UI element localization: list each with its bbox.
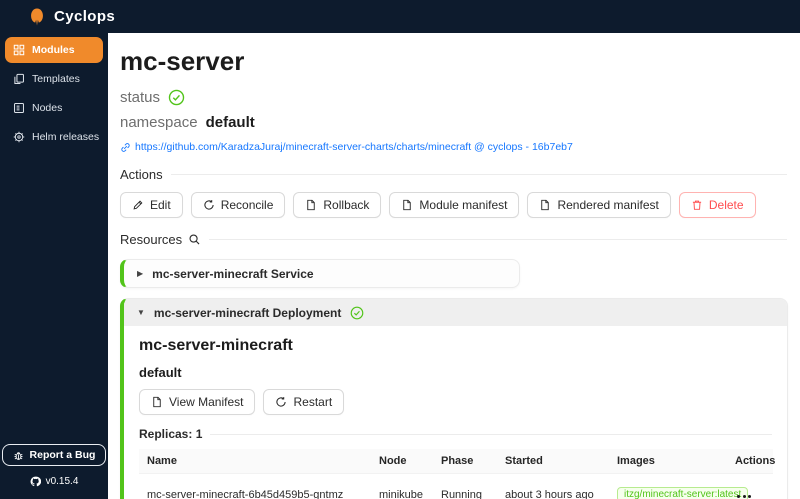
rollback-button[interactable]: Rollback [293, 192, 382, 218]
appstore-icon [13, 44, 25, 56]
logo-text: Cyclops [54, 8, 116, 25]
sidebar-item-templates[interactable]: Templates [5, 66, 103, 92]
deployment-name: mc-server-minecraft [139, 337, 293, 354]
deployment-namespace: default [139, 365, 182, 380]
page-title: mc-server [120, 46, 245, 76]
pod-phase: Running [433, 473, 497, 499]
reconcile-button[interactable]: Reconcile [190, 192, 286, 218]
file-icon [401, 199, 413, 211]
col-actions: Actions [727, 449, 775, 474]
deployment-panel-title: mc-server-minecraft Deployment [153, 305, 342, 320]
pod-node: minikube [371, 473, 433, 499]
actions-divider [170, 174, 787, 175]
actions-section-label: Actions [120, 167, 163, 182]
bug-icon [13, 450, 24, 461]
namespace-value: default [205, 114, 255, 131]
view-manifest-button[interactable]: View Manifest [139, 389, 256, 415]
caret-down-icon: ▼ [137, 307, 145, 317]
file-icon [151, 396, 163, 408]
reload-icon [203, 199, 215, 211]
status-healthy-icon [168, 89, 185, 106]
replicas-label: Replicas: 1 [139, 427, 203, 441]
table-row: mc-server-minecraft-6b45d459b5-gntmz min… [139, 473, 773, 499]
col-phase: Phase [433, 449, 497, 474]
edit-icon [132, 199, 144, 211]
service-panel-header[interactable]: ▶ mc-server-minecraft Service [124, 260, 519, 287]
status-label: status [120, 89, 161, 106]
pod-name: mc-server-minecraft-6b45d459b5-gntmz [139, 473, 371, 499]
sidebar-item-nodes[interactable]: Nodes [5, 95, 103, 121]
restart-button[interactable]: Restart [263, 389, 345, 415]
col-name: Name [139, 449, 371, 474]
cyclops-app: Cyclops Modules Templates Nodes Helm rel… [0, 0, 800, 499]
sidebar-item-modules[interactable]: Modules [5, 37, 103, 63]
module-manifest-button[interactable]: Module manifest [389, 192, 520, 218]
trash-icon [691, 199, 703, 211]
service-panel-title: mc-server-minecraft Service [152, 266, 314, 281]
pods-table: Name Node Phase Started Images Actions m… [139, 449, 775, 499]
report-bug-label: Report a Bug [29, 449, 96, 461]
service-resource-panel: ▶ mc-server-minecraft Service [120, 259, 520, 288]
main-content: mc-server status namespace default https… [108, 33, 800, 499]
file-icon [305, 199, 317, 211]
reload-icon [275, 396, 287, 408]
repo-link-text: https://github.com/KaradzaJuraj/minecraf… [135, 141, 573, 153]
sidebar-item-helm-releases[interactable]: Helm releases ⚡ [5, 124, 120, 150]
pod-started: about 3 hours ago [497, 473, 609, 499]
file-icon [539, 199, 551, 211]
nodes-icon [13, 102, 25, 114]
sidebar-item-label: Templates [32, 73, 80, 85]
version-label: v0.15.4 [45, 476, 79, 487]
deployment-healthy-icon [350, 306, 364, 320]
deployment-resource-panel: ▼ mc-server-minecraft Deployment mc-serv… [120, 298, 788, 499]
templates-icon [13, 73, 25, 85]
search-icon[interactable] [188, 233, 201, 246]
caret-right-icon: ▶ [137, 268, 144, 278]
sidebar: Modules Templates Nodes Helm releases Re… [0, 33, 120, 499]
sidebar-item-label: Modules [32, 44, 75, 56]
cyclops-logo[interactable]: Cyclops [28, 6, 115, 28]
table-header-row: Name Node Phase Started Images Actions [139, 449, 775, 474]
github-icon [30, 476, 41, 487]
report-bug-button[interactable]: Report a Bug [1, 444, 107, 466]
link-icon [120, 142, 131, 153]
repo-link[interactable]: https://github.com/KaradzaJuraj/minecraf… [120, 141, 787, 153]
rendered-manifest-button[interactable]: Rendered manifest [527, 192, 671, 218]
namespace-label: namespace [120, 114, 198, 131]
helm-wheel-icon [13, 131, 25, 143]
col-node: Node [371, 449, 433, 474]
cyclops-logo-icon [28, 6, 46, 28]
top-bar: Cyclops [0, 0, 800, 33]
deployment-panel-header[interactable]: ▼ mc-server-minecraft Deployment [124, 299, 787, 326]
sidebar-item-label: Helm releases [32, 131, 100, 143]
row-actions-menu[interactable] [735, 493, 753, 499]
col-images: Images [609, 449, 727, 474]
col-started: Started [497, 449, 609, 474]
edit-button[interactable]: Edit [120, 192, 183, 218]
image-tag: itzg/minecraft-server:latest [617, 487, 749, 499]
resources-section-label: Resources [120, 232, 183, 247]
version-link[interactable]: v0.15.4 [30, 476, 79, 487]
sidebar-item-label: Nodes [32, 102, 63, 114]
resources-divider [209, 239, 787, 240]
replicas-divider [210, 433, 772, 435]
delete-button[interactable]: Delete [678, 192, 756, 218]
